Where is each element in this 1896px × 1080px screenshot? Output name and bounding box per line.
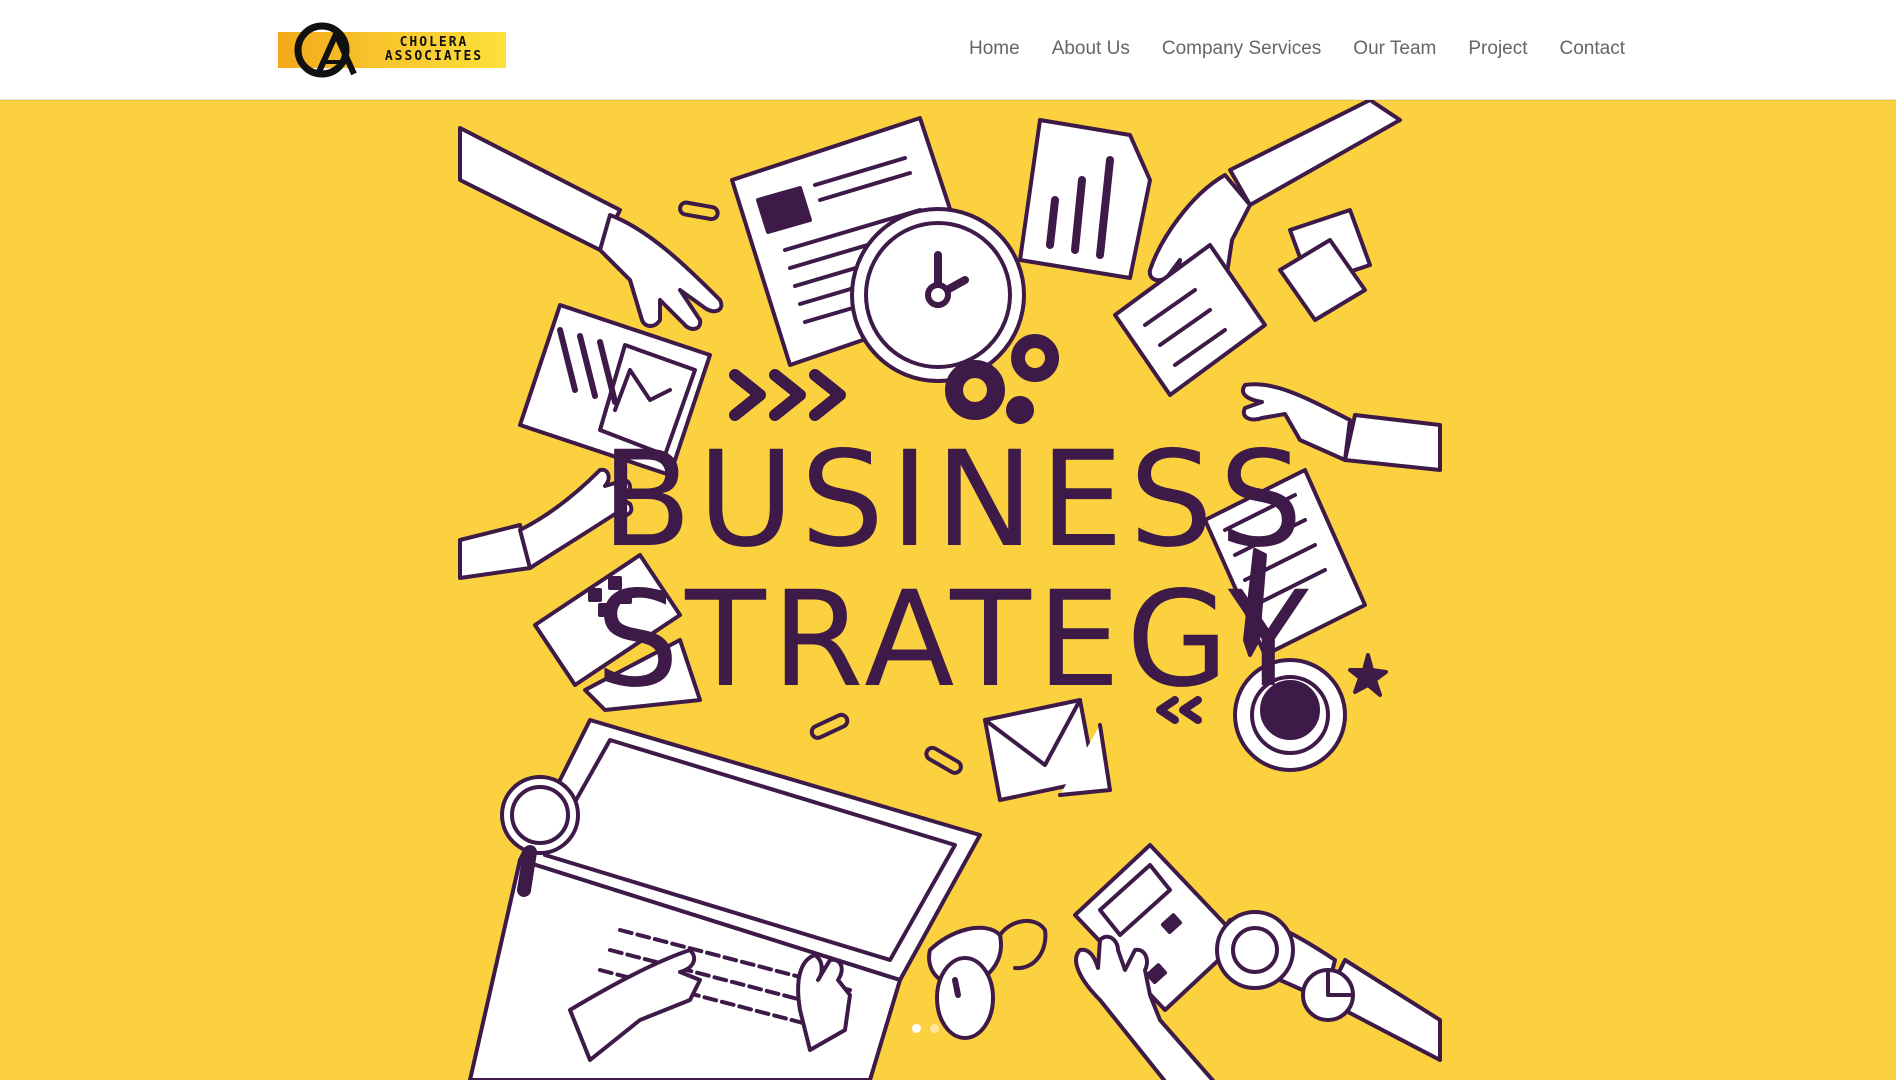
nav-project[interactable]: Project [1468, 38, 1527, 60]
logo-cholera-associates[interactable]: CHOLERA ASSOCIATES [278, 22, 508, 78]
slider-dot-2[interactable] [930, 1024, 939, 1033]
star-icon [1348, 653, 1388, 697]
site-header: CHOLERA ASSOCIATES Home About Us Company… [0, 0, 1896, 100]
tablet-icon [1113, 243, 1267, 397]
main-nav: Home About Us Company Services Our Team … [969, 38, 1625, 60]
hand-top-left-icon [598, 213, 724, 331]
arm-mid-right [1343, 413, 1442, 472]
logo-monogram-icon [294, 22, 357, 78]
logo-line-1: CHOLERA [399, 35, 469, 50]
bar-chart-report-icon [1018, 118, 1152, 280]
paperclip-icon [678, 200, 720, 222]
hero-title-line1: BUSINESS [601, 423, 1309, 577]
business-strategy-illustration: BUSINESS STRATEGY [458, 100, 1442, 1080]
nav-our-team[interactable]: Our Team [1353, 38, 1436, 60]
arm-top-left [458, 126, 622, 252]
nav-about-us[interactable]: About Us [1052, 38, 1130, 60]
arm-top-right [1228, 100, 1402, 207]
hero-slider: BUSINESS STRATEGY [0, 100, 1896, 1080]
slider-pagination [912, 1024, 939, 1033]
nav-home[interactable]: Home [969, 38, 1020, 60]
slider-dot-1[interactable] [912, 1024, 921, 1033]
chevrons-right-icon [729, 369, 846, 421]
nav-company-services[interactable]: Company Services [1162, 38, 1321, 60]
logo-line-2: ASSOCIATES [384, 49, 484, 64]
nav-contact[interactable]: Contact [1560, 38, 1625, 60]
computer-mouse-icon [935, 956, 995, 1040]
hero-title-line2: STRATEGY [595, 563, 1314, 717]
